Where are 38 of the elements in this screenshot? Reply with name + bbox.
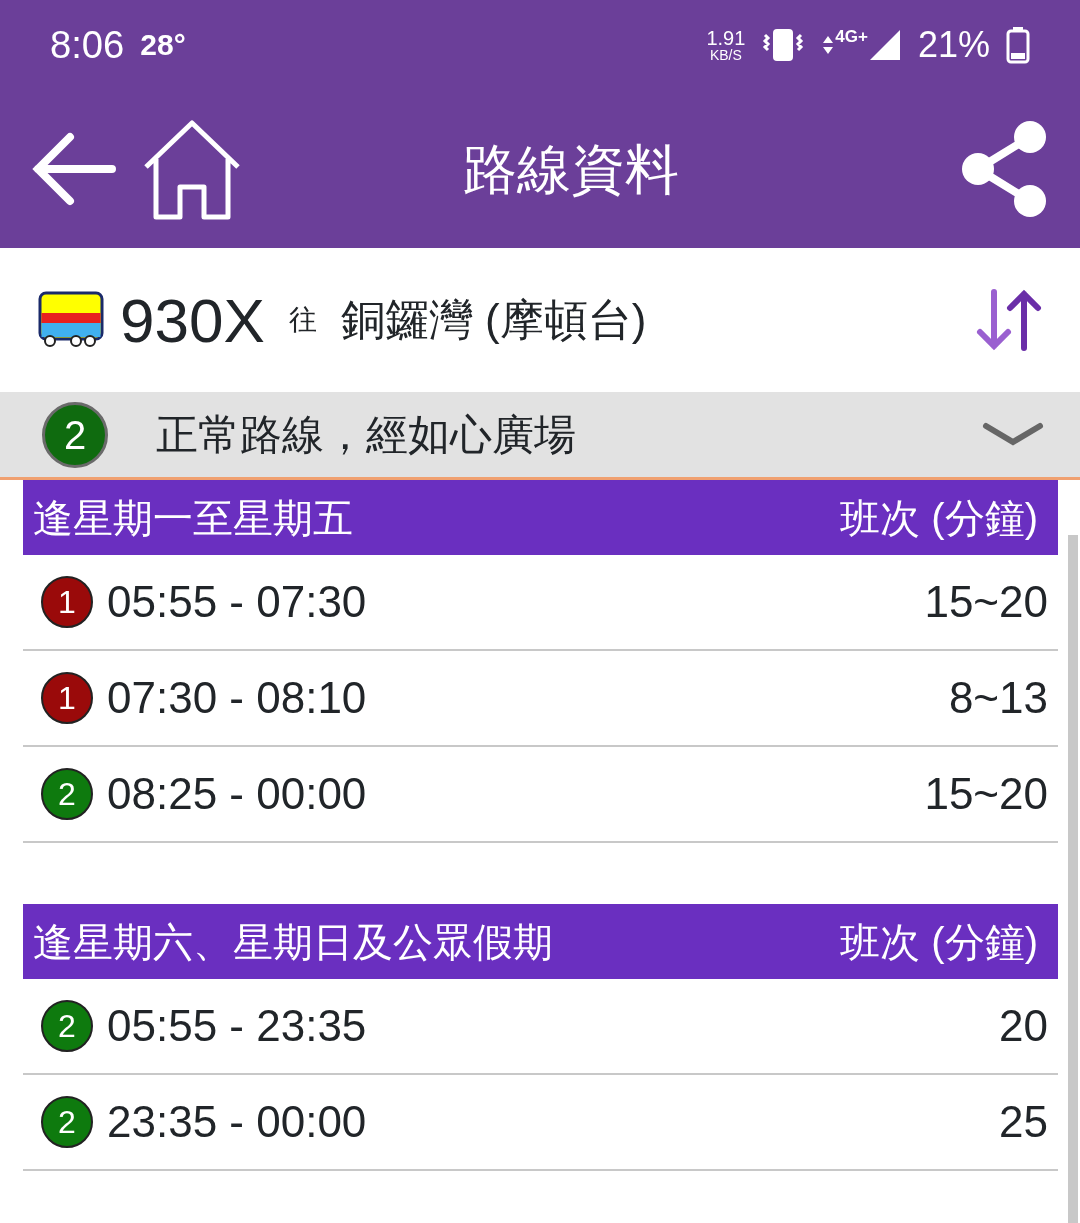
route-variant-label: 正常路線，經如心廣場 [156, 410, 576, 460]
clock-time: 8:06 [50, 22, 125, 69]
section-title: 逢星期一至星期五 [33, 494, 353, 542]
frequency-minutes: 25 [999, 1096, 1048, 1148]
route-variant-badge: 1 [41, 576, 93, 628]
route-variant-selector[interactable]: 2 正常路線，經如心廣場 [0, 392, 1080, 480]
network-type: 4G+ [835, 26, 868, 48]
frequency-heading: 班次 (分鐘) [840, 918, 1038, 966]
network-speed: 1.91 [706, 28, 746, 48]
swap-arrows-icon [974, 288, 1044, 352]
route-variant-badge: 2 [41, 1096, 93, 1148]
time-period: 08:25 - 00:00 [107, 768, 367, 820]
frequency-minutes: 15~20 [924, 768, 1048, 820]
time-period: 23:35 - 00:00 [107, 1096, 367, 1148]
time-period: 07:30 - 08:10 [107, 672, 367, 724]
temperature: 28° [140, 27, 186, 64]
route-number: 930X [120, 284, 265, 357]
frequency-heading: 班次 (分鐘) [840, 494, 1038, 542]
destination: 銅鑼灣 (摩頓台) [340, 294, 647, 346]
route-variant-badge: 2 [41, 1000, 93, 1052]
frequency-minutes: 20 [999, 1000, 1048, 1052]
route-variant-badge: 2 [41, 768, 93, 820]
route-variant-badge: 1 [41, 672, 93, 724]
battery-icon [1006, 26, 1030, 64]
section-title: 逢星期六、星期日及公眾假期 [33, 918, 553, 966]
screen-title: 路線資料 [462, 137, 680, 201]
direction-label: 往 [288, 303, 317, 337]
vibrate-icon [761, 27, 806, 63]
time-period: 05:55 - 07:30 [107, 576, 367, 628]
time-period: 05:55 - 23:35 [107, 1000, 367, 1052]
scrollbar[interactable] [1068, 535, 1078, 1223]
frequency-minutes: 8~13 [948, 672, 1048, 724]
bus-icon [38, 291, 104, 349]
battery-percent: 21% [917, 23, 990, 67]
route-variant-badge: 2 [42, 401, 108, 468]
frequency-minutes: 15~20 [924, 576, 1048, 628]
reverse-direction-button[interactable] [974, 288, 1044, 352]
speed-unit: KB/S [709, 48, 742, 62]
